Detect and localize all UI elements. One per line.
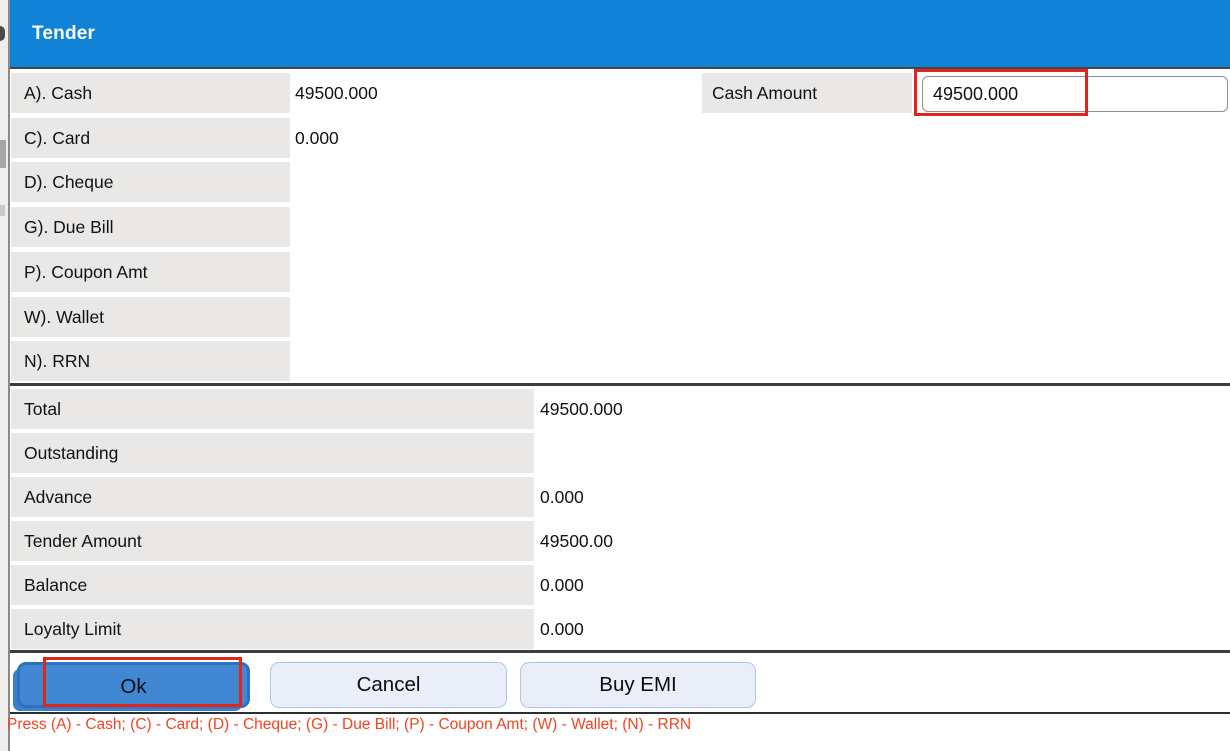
tender-row-coupon: P). Coupon Amt	[10, 252, 1230, 292]
cancel-button[interactable]: Cancel	[270, 662, 507, 708]
summary-value-advance: 0.000	[540, 487, 584, 507]
summary-label-total: Total	[11, 389, 534, 429]
summary-value-tender-amount: 49500.00	[540, 531, 613, 551]
tender-type-cash[interactable]: A). Cash	[11, 73, 290, 113]
tender-type-due-bill[interactable]: G). Due Bill	[11, 207, 290, 247]
summary-value-loyalty-limit: 0.000	[540, 619, 584, 639]
tender-row-cash: A). Cash 49500.000 Cash Amount	[10, 73, 1230, 113]
footer-separator	[10, 712, 1230, 714]
background-text-fragment	[0, 26, 5, 41]
tender-row-card: C). Card 0.000	[10, 118, 1230, 158]
tender-row-wallet: W). Wallet	[10, 297, 1230, 337]
background-fragment	[0, 205, 5, 216]
buy-emi-button[interactable]: Buy EMI	[520, 662, 756, 708]
summary-row-total: Total 49500.000	[10, 389, 1230, 429]
summary-row-advance: Advance 0.000	[10, 477, 1230, 517]
tender-value-card: 0.000	[295, 128, 339, 148]
tender-type-rrn[interactable]: N). RRN	[11, 341, 290, 381]
buttons-separator	[10, 650, 1230, 653]
header-separator	[10, 67, 1230, 69]
summary-row-balance: Balance 0.000	[10, 565, 1230, 605]
tender-value-cash: 49500.000	[295, 83, 378, 103]
tender-type-wallet[interactable]: W). Wallet	[11, 297, 290, 337]
tender-type-cheque[interactable]: D). Cheque	[11, 162, 290, 202]
tender-dialog: Tender A). Cash 49500.000 Cash Amount C)…	[7, 0, 1230, 751]
summary-label-balance: Balance	[11, 565, 534, 605]
tender-row-cheque: D). Cheque	[10, 162, 1230, 202]
shortcut-hint-text: Press (A) - Cash; (C) - Card; (D) - Cheq…	[7, 716, 692, 733]
summary-row-loyalty-limit: Loyalty Limit 0.000	[10, 609, 1230, 649]
summary-label-outstanding: Outstanding	[11, 433, 534, 473]
dialog-header: Tender	[10, 0, 1230, 67]
tender-type-card[interactable]: C). Card	[11, 118, 290, 158]
summary-label-advance: Advance	[11, 477, 534, 517]
summary-row-tender-amount: Tender Amount 49500.00	[10, 521, 1230, 561]
section-separator	[10, 383, 1230, 386]
summary-value-balance: 0.000	[540, 575, 584, 595]
background-scrollbar-fragment	[0, 140, 6, 168]
summary-label-tender-amount: Tender Amount	[11, 521, 534, 561]
dialog-title: Tender	[32, 23, 96, 44]
ok-button[interactable]: Ok	[17, 662, 250, 708]
summary-row-outstanding: Outstanding	[10, 433, 1230, 473]
tender-row-rrn: N). RRN	[10, 341, 1230, 381]
background-window-sliver	[0, 0, 8, 751]
cash-amount-input[interactable]	[922, 76, 1228, 112]
tender-row-due-bill: G). Due Bill	[10, 207, 1230, 247]
cash-amount-label: Cash Amount	[702, 73, 912, 113]
summary-value-total: 49500.000	[540, 399, 623, 419]
tender-type-coupon[interactable]: P). Coupon Amt	[11, 252, 290, 292]
summary-label-loyalty-limit: Loyalty Limit	[11, 609, 534, 649]
